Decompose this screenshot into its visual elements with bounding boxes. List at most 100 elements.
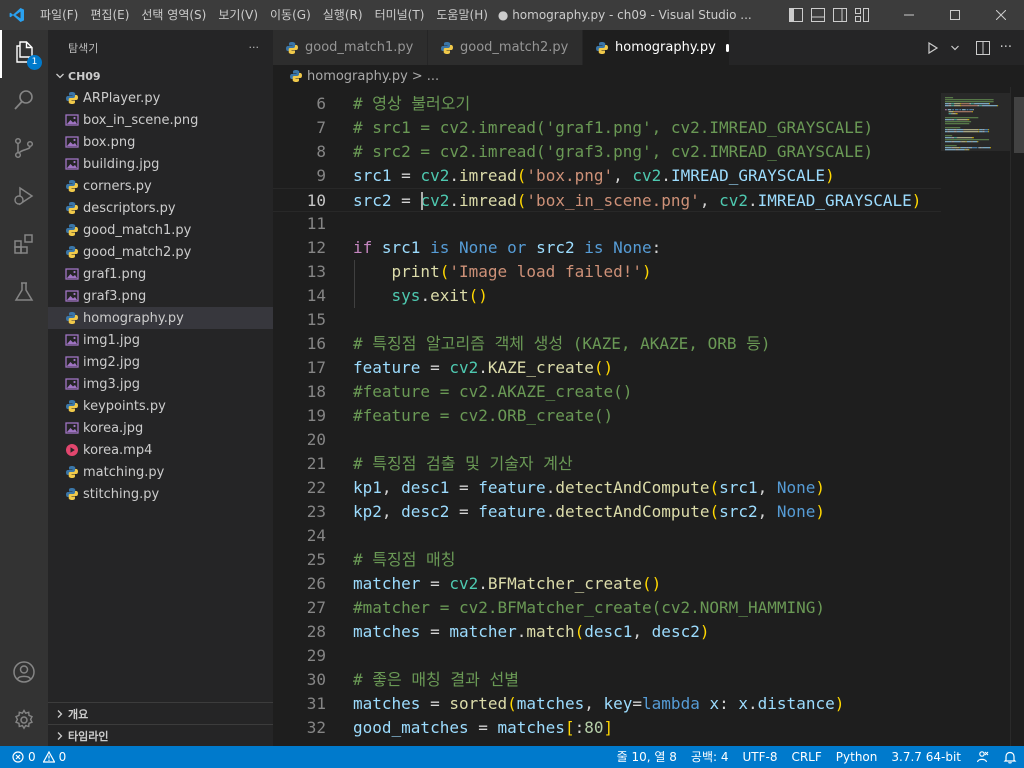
file-item[interactable]: korea.mp4 xyxy=(48,439,273,461)
chevron-down-icon[interactable] xyxy=(950,43,960,53)
minimap-token xyxy=(978,147,980,149)
toggle-panel-icon[interactable] xyxy=(810,7,826,23)
file-item[interactable]: corners.py xyxy=(48,175,273,197)
file-item[interactable]: good_match2.py xyxy=(48,241,273,263)
minimap-token xyxy=(954,111,972,113)
menu-item[interactable]: 편집(E) xyxy=(84,0,135,30)
menu-item[interactable]: 선택 영역(S) xyxy=(135,0,212,30)
code-token: 80 xyxy=(584,718,604,737)
code-token: . xyxy=(478,574,488,593)
file-item[interactable]: matching.py xyxy=(48,461,273,483)
editor-tab[interactable]: homography.py xyxy=(583,30,730,65)
line-number: 6 xyxy=(316,94,326,113)
timeline-section[interactable]: 타임라인 xyxy=(48,724,273,746)
more-actions-icon[interactable]: ··· xyxy=(249,41,260,54)
image-file-icon xyxy=(64,376,80,392)
close-window-icon[interactable] xyxy=(978,0,1024,30)
python-file-icon xyxy=(64,310,80,326)
line-source: #matcher = cv2.BFMatcher_create(cv2.NORM… xyxy=(353,596,825,620)
code-line: 31 matches = sorted(matches, key=lambda x… xyxy=(273,692,941,716)
code-editor[interactable]: 6 # 영상 불러오기 7 # src1 = cv2.imread('graf1.pn… xyxy=(273,87,941,746)
code-token: cv2 xyxy=(719,191,748,210)
end-of-line[interactable]: CRLF xyxy=(784,746,828,768)
file-item[interactable]: img1.jpg xyxy=(48,329,273,351)
file-item[interactable]: homography.py xyxy=(48,307,273,329)
code-token: matches xyxy=(497,718,565,737)
run-python-file-icon[interactable] xyxy=(926,41,940,55)
text-cursor xyxy=(421,192,423,210)
menu-item[interactable]: 보기(V) xyxy=(212,0,264,30)
accounts-activity[interactable] xyxy=(0,650,48,698)
testing-activity[interactable] xyxy=(0,270,48,318)
error-icon xyxy=(12,751,24,763)
menu-item[interactable]: 이동(G) xyxy=(264,0,317,30)
file-item[interactable]: graf1.png xyxy=(48,263,273,285)
vertical-scrollbar[interactable] xyxy=(1010,87,1024,746)
file-item[interactable]: good_match1.py xyxy=(48,219,273,241)
minimize-icon[interactable] xyxy=(886,0,932,30)
file-item[interactable]: box.png xyxy=(48,131,273,153)
python-interpreter[interactable]: 3.7.7 64-bit xyxy=(884,746,968,768)
breadcrumb-file[interactable]: homography.py xyxy=(307,69,408,84)
search-activity[interactable] xyxy=(0,78,48,126)
activity-bar: 1 xyxy=(0,30,48,746)
problems-status[interactable]: 0 0 xyxy=(0,750,66,764)
editor-tab[interactable]: good_match2.py xyxy=(428,30,583,65)
code-token: = xyxy=(468,718,498,737)
extensions-activity[interactable] xyxy=(0,222,48,270)
code-token: ) xyxy=(825,166,835,185)
minimap[interactable] xyxy=(941,87,1010,746)
minimap-token xyxy=(965,141,967,143)
file-item[interactable]: graf3.png xyxy=(48,285,273,307)
indentation[interactable]: 공백: 4 xyxy=(684,746,736,768)
code-token: cv2 xyxy=(420,166,450,185)
vscode-logo-icon[interactable] xyxy=(0,0,34,30)
file-item[interactable]: descriptors.py xyxy=(48,197,273,219)
python-file-icon xyxy=(64,244,80,260)
toggle-secondary-sidebar-icon[interactable] xyxy=(832,7,848,23)
folder-ch09[interactable]: CH09 xyxy=(48,65,273,87)
outline-section[interactable]: 개요 xyxy=(48,702,273,724)
code-token: ) xyxy=(911,191,922,210)
scrollbar-thumb[interactable] xyxy=(1014,97,1024,153)
live-share-icon[interactable] xyxy=(968,746,996,768)
source-control-activity[interactable] xyxy=(0,126,48,174)
encoding[interactable]: UTF-8 xyxy=(735,746,784,768)
code-line: 25 # 특징점 매칭 xyxy=(273,548,941,572)
code-token: = xyxy=(449,478,479,497)
minimap-token xyxy=(949,129,954,131)
file-item[interactable]: box_in_scene.png xyxy=(48,109,273,131)
minimap-token xyxy=(988,131,990,133)
file-item[interactable]: keypoints.py xyxy=(48,395,273,417)
cursor-position[interactable]: 줄 10, 열 8 xyxy=(610,746,684,768)
file-item[interactable]: ARPlayer.py xyxy=(48,87,273,109)
menu-item[interactable]: 파일(F) xyxy=(34,0,84,30)
maximize-icon[interactable] xyxy=(932,0,978,30)
split-editor-icon[interactable] xyxy=(975,40,990,55)
menu-item[interactable]: 터미널(T) xyxy=(369,0,431,30)
run-debug-activity[interactable] xyxy=(0,174,48,222)
code-token: desc1 xyxy=(584,622,633,641)
file-item[interactable]: img3.jpg xyxy=(48,373,273,395)
file-item[interactable]: img2.jpg xyxy=(48,351,273,373)
notifications-bell-icon[interactable] xyxy=(996,746,1024,768)
explorer-activity[interactable]: 1 xyxy=(0,30,48,78)
language-mode[interactable]: Python xyxy=(829,746,885,768)
toggle-primary-sidebar-icon[interactable] xyxy=(788,7,804,23)
manage-activity[interactable] xyxy=(0,698,48,746)
code-token: desc1 xyxy=(401,478,450,497)
line-source: # 특징점 매칭 xyxy=(353,548,456,572)
more-actions-icon[interactable]: ··· xyxy=(1000,40,1012,55)
file-item[interactable]: building.jpg xyxy=(48,153,273,175)
file-item[interactable]: korea.jpg xyxy=(48,417,273,439)
menu-item[interactable]: 실행(R) xyxy=(317,0,369,30)
unsaved-dot-icon[interactable] xyxy=(725,43,729,52)
editor-tab[interactable]: good_match1.py xyxy=(273,30,428,65)
breadcrumb-symbols[interactable]: ... xyxy=(427,69,439,84)
minimap-token xyxy=(962,109,966,111)
status-right: 줄 10, 열 8 공백: 4 UTF-8 CRLF Python 3.7.7 … xyxy=(610,746,1024,768)
menu-item[interactable]: 도움말(H) xyxy=(430,0,494,30)
customize-layout-icon[interactable] xyxy=(854,7,870,23)
file-item[interactable]: stitching.py xyxy=(48,483,273,505)
